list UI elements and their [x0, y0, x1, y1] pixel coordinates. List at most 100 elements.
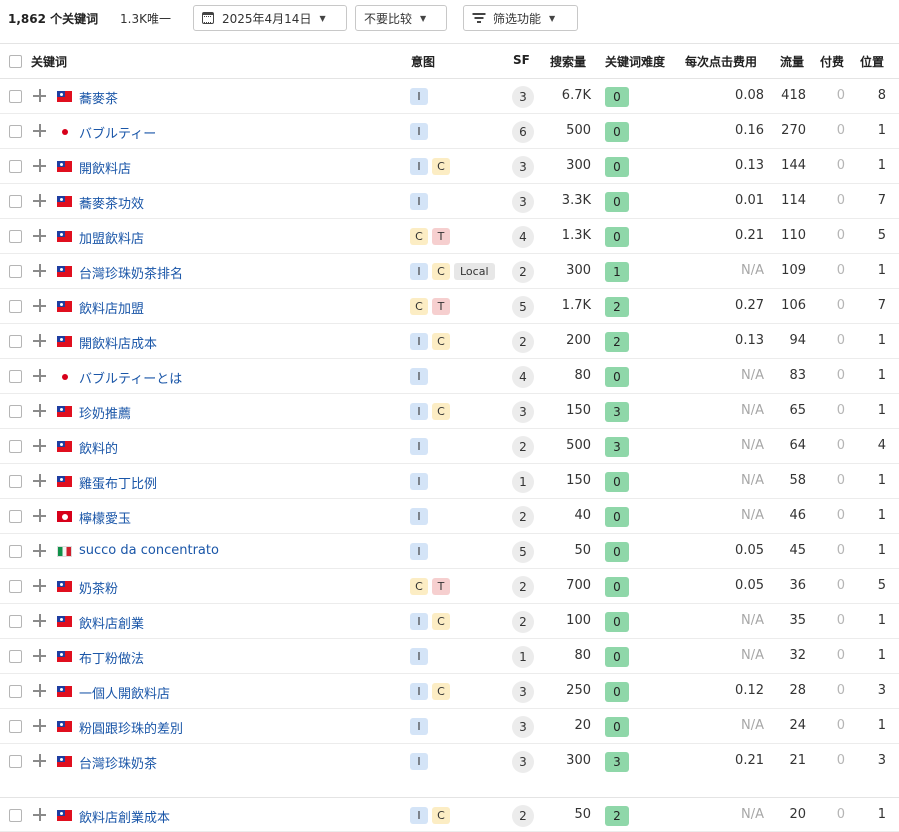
- table-row[interactable]: 檸檬愛玉 I 2 40 0 N/A 46 0 1: [0, 499, 899, 534]
- add-keyword-plus-icon[interactable]: [33, 474, 46, 487]
- keyword-link[interactable]: 檸檬愛玉: [79, 508, 131, 527]
- serp-features-count[interactable]: 3: [512, 191, 534, 213]
- position-value[interactable]: 1: [878, 648, 886, 663]
- add-keyword-plus-icon[interactable]: [33, 808, 46, 821]
- col-volume[interactable]: 搜索量: [550, 53, 586, 70]
- position-value[interactable]: 1: [878, 158, 886, 173]
- keyword-link[interactable]: バブルティーとは: [79, 368, 182, 387]
- table-row[interactable]: 粉圓跟珍珠的差別 I 3 20 0 N/A 24 0 1: [0, 709, 899, 744]
- add-keyword-plus-icon[interactable]: [33, 544, 46, 557]
- row-checkbox[interactable]: [9, 125, 22, 138]
- keyword-link[interactable]: 蕎麥茶功效: [79, 193, 144, 212]
- add-keyword-plus-icon[interactable]: [33, 124, 46, 137]
- table-row[interactable]: 台灣珍珠奶茶排名 I C Local 2 300 1 N/A 109 0 1: [0, 254, 899, 289]
- add-keyword-plus-icon[interactable]: [33, 754, 46, 767]
- row-checkbox[interactable]: [9, 440, 22, 453]
- table-row[interactable]: 開飲料店成本 I C 2 200 2 0.13 94 0 1: [0, 324, 899, 359]
- col-sf[interactable]: SF: [513, 53, 530, 67]
- keyword-link[interactable]: 奶茶粉: [79, 578, 118, 597]
- row-checkbox[interactable]: [9, 545, 22, 558]
- serp-features-count[interactable]: 2: [512, 506, 534, 528]
- serp-features-count[interactable]: 2: [512, 576, 534, 598]
- filter-button[interactable]: 筛选功能 ▼: [463, 5, 578, 31]
- serp-features-count[interactable]: 2: [512, 331, 534, 353]
- serp-features-count[interactable]: 2: [512, 611, 534, 633]
- position-value[interactable]: 8: [878, 88, 886, 103]
- row-checkbox[interactable]: [9, 615, 22, 628]
- serp-features-count[interactable]: 2: [512, 805, 534, 827]
- position-value[interactable]: 7: [878, 298, 886, 313]
- keyword-link[interactable]: 蕎麥茶: [79, 88, 118, 107]
- table-row[interactable]: 珍奶推薦 I C 3 150 3 N/A 65 0 1: [0, 394, 899, 429]
- serp-features-count[interactable]: 4: [512, 366, 534, 388]
- add-keyword-plus-icon[interactable]: [33, 264, 46, 277]
- add-keyword-plus-icon[interactable]: [33, 649, 46, 662]
- table-row[interactable]: 一個人開飲料店 I C 3 250 0 0.12 28 0 3: [0, 674, 899, 709]
- serp-features-count[interactable]: 3: [512, 681, 534, 703]
- table-row[interactable]: 開飲料店 I C 3 300 0 0.13 144 0 1: [0, 149, 899, 184]
- table-row[interactable]: 雞蛋布丁比例 I 1 150 0 N/A 58 0 1: [0, 464, 899, 499]
- table-row[interactable]: 飲料店創業成本 I C 2 50 2 N/A 20 0 1: [0, 797, 899, 832]
- add-keyword-plus-icon[interactable]: [33, 369, 46, 382]
- add-keyword-plus-icon[interactable]: [33, 684, 46, 697]
- add-keyword-plus-icon[interactable]: [33, 194, 46, 207]
- add-keyword-plus-icon[interactable]: [33, 159, 46, 172]
- keyword-link[interactable]: 布丁粉做法: [79, 648, 144, 667]
- table-row[interactable]: 蕎麥茶 I 3 6.7K 0 0.08 418 0 8: [0, 79, 899, 114]
- keyword-link[interactable]: 一個人開飲料店: [79, 683, 170, 702]
- position-value[interactable]: 1: [878, 718, 886, 733]
- table-row[interactable]: succo da concentrato I 5 50 0 0.05 45 0 1: [0, 534, 899, 569]
- col-traffic[interactable]: 流量: [780, 53, 804, 70]
- keyword-link[interactable]: 珍奶推薦: [79, 403, 131, 422]
- add-keyword-plus-icon[interactable]: [33, 89, 46, 102]
- serp-features-count[interactable]: 4: [512, 226, 534, 248]
- row-checkbox[interactable]: [9, 720, 22, 733]
- col-position[interactable]: 位置: [860, 53, 884, 70]
- position-value[interactable]: 3: [878, 683, 886, 698]
- table-row[interactable]: バブルティー I 6 500 0 0.16 270 0 1: [0, 114, 899, 149]
- row-checkbox[interactable]: [9, 335, 22, 348]
- serp-features-count[interactable]: 3: [512, 401, 534, 423]
- date-picker-button[interactable]: 2025年4月14日 ▼: [193, 5, 347, 31]
- table-row[interactable]: 飲料的 I 2 500 3 N/A 64 0 4: [0, 429, 899, 464]
- serp-features-count[interactable]: 2: [512, 261, 534, 283]
- serp-features-count[interactable]: 3: [512, 86, 534, 108]
- position-value[interactable]: 5: [878, 228, 886, 243]
- keyword-link[interactable]: 台灣珍珠奶茶排名: [79, 263, 183, 282]
- serp-features-count[interactable]: 5: [512, 296, 534, 318]
- position-value[interactable]: 1: [878, 333, 886, 348]
- row-checkbox[interactable]: [9, 90, 22, 103]
- add-keyword-plus-icon[interactable]: [33, 579, 46, 592]
- serp-features-count[interactable]: 3: [512, 156, 534, 178]
- row-checkbox[interactable]: [9, 300, 22, 313]
- serp-features-count[interactable]: 3: [512, 751, 534, 773]
- position-value[interactable]: 1: [878, 403, 886, 418]
- col-keyword[interactable]: 关键词: [31, 53, 67, 70]
- position-value[interactable]: 7: [878, 193, 886, 208]
- keyword-link[interactable]: 粉圓跟珍珠的差別: [79, 718, 183, 737]
- position-value[interactable]: 5: [878, 578, 886, 593]
- keyword-link[interactable]: succo da concentrato: [79, 543, 219, 558]
- row-checkbox[interactable]: [9, 195, 22, 208]
- keyword-link[interactable]: 加盟飲料店: [79, 228, 144, 247]
- row-checkbox[interactable]: [9, 265, 22, 278]
- col-cpc[interactable]: 每次点击费用: [685, 53, 757, 70]
- row-checkbox[interactable]: [9, 809, 22, 822]
- row-checkbox[interactable]: [9, 580, 22, 593]
- position-value[interactable]: 1: [878, 508, 886, 523]
- row-checkbox[interactable]: [9, 510, 22, 523]
- col-paid[interactable]: 付费: [820, 53, 844, 70]
- position-value[interactable]: 1: [878, 263, 886, 278]
- row-checkbox[interactable]: [9, 405, 22, 418]
- compare-dropdown[interactable]: 不要比较 ▼: [355, 5, 447, 31]
- add-keyword-plus-icon[interactable]: [33, 404, 46, 417]
- keyword-link[interactable]: 飲料的: [79, 438, 118, 457]
- table-row[interactable]: 飲料店加盟 C T 5 1.7K 2 0.27 106 0 7: [0, 289, 899, 324]
- serp-features-count[interactable]: 3: [512, 716, 534, 738]
- serp-features-count[interactable]: 2: [512, 436, 534, 458]
- table-row[interactable]: 飲料店創業 I C 2 100 0 N/A 35 0 1: [0, 604, 899, 639]
- add-keyword-plus-icon[interactable]: [33, 229, 46, 242]
- add-keyword-plus-icon[interactable]: [33, 509, 46, 522]
- keyword-link[interactable]: 雞蛋布丁比例: [79, 473, 157, 492]
- table-row[interactable]: 加盟飲料店 C T 4 1.3K 0 0.21 110 0 5: [0, 219, 899, 254]
